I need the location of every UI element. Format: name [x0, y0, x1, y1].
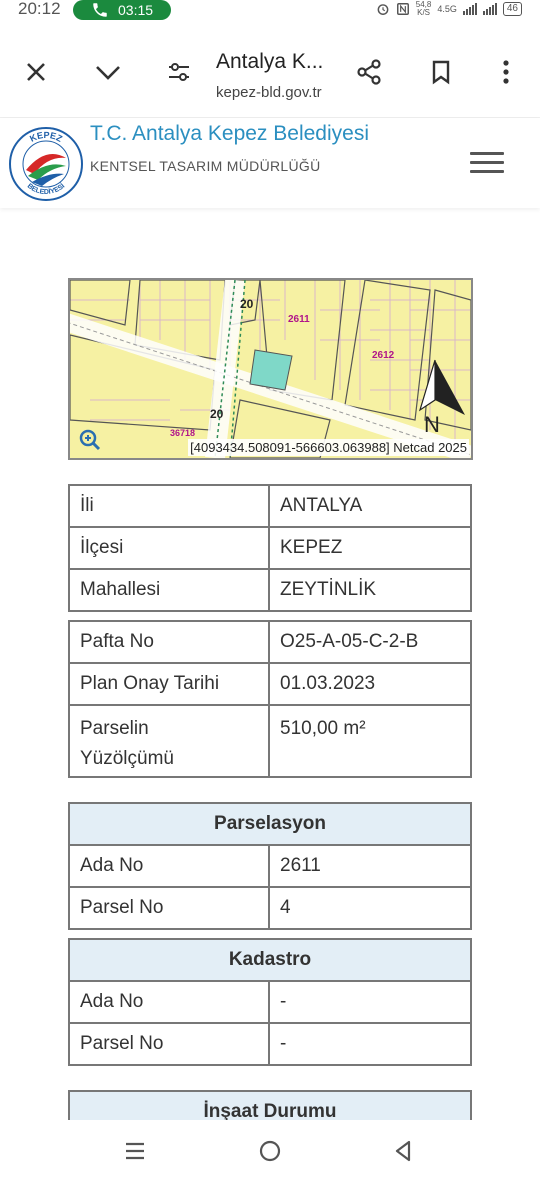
collapse-button[interactable]: [92, 56, 124, 88]
menu-lines-icon: [126, 1142, 144, 1160]
alarm-icon: [377, 4, 389, 15]
bookmark-icon: [432, 60, 450, 85]
site-settings-button[interactable]: [163, 56, 195, 88]
home-button[interactable]: [255, 1136, 285, 1166]
site-title[interactable]: T.C. Antalya Kepez Belediyesi: [90, 122, 369, 146]
menu-button[interactable]: [470, 152, 504, 176]
battery-indicator: 46: [502, 2, 522, 16]
table-value: ZEYTİNLİK: [268, 568, 472, 612]
close-tab-button[interactable]: [20, 56, 52, 88]
status-icons: 54,8 K/S 4.5G 46: [376, 0, 522, 18]
location-table: İli ANTALYA İlçesi KEPEZ Mahallesi ZEYTİ…: [68, 484, 472, 612]
table-row: İlçesi KEPEZ: [68, 526, 472, 570]
table-row: Plan Onay Tarihi 01.03.2023: [68, 662, 472, 706]
table-key: İli: [68, 484, 270, 528]
table-key: Pafta No: [68, 620, 270, 664]
browser-toolbar: Antalya K... kepez-bld.gov.tr: [0, 28, 540, 118]
table-key: Ada No: [68, 980, 270, 1024]
map-label-road-1: 20: [240, 297, 254, 311]
table-row: Mahallesi ZEYTİNLİK: [68, 568, 472, 612]
signal-icon-2: [482, 3, 497, 15]
back-triangle-icon: [395, 1140, 411, 1162]
url-text[interactable]: kepez-bld.gov.tr: [216, 84, 322, 101]
signal-icon: [462, 3, 477, 15]
table-value: ANTALYA: [268, 484, 472, 528]
map-label-block-2611: 2611: [288, 314, 310, 325]
net-speed: 54,8 K/S: [415, 0, 432, 17]
svg-text:N: N: [424, 412, 440, 437]
table-value: 4: [268, 886, 472, 930]
table-row: Parselin Yüzölçümü 510,00 m²: [68, 704, 472, 778]
table-key: Ada No: [68, 844, 270, 888]
call-timer: 03:15: [118, 2, 154, 18]
table-value: KEPEZ: [268, 526, 472, 570]
table-key: İlçesi: [68, 526, 270, 570]
table-key: Plan Onay Tarihi: [68, 662, 270, 706]
municipality-logo[interactable]: KEPEZ BELEDİYESİ: [8, 126, 84, 202]
zoom-in-icon[interactable]: [78, 428, 102, 452]
map-label-block-2612: 2612: [372, 350, 395, 361]
page-title[interactable]: Antalya K...: [216, 50, 323, 74]
table-row: Ada No -: [68, 980, 472, 1024]
map-coordinates: [4093434.508091-566603.063988] Netcad 20…: [188, 439, 469, 456]
more-options-button[interactable]: [490, 56, 522, 88]
status-time: 20:12: [18, 0, 61, 18]
chevron-down-icon: [96, 66, 120, 80]
hamburger-icon: [470, 152, 504, 173]
table-value: O25-A-05-C-2-B: [268, 620, 472, 664]
more-vert-icon: [503, 60, 509, 84]
parcel-map[interactable]: 20 20 2611 2612 36718 N [4093434.508091-…: [68, 278, 473, 460]
share-icon: [357, 59, 381, 85]
site-subtitle: KENTSEL TASARIM MÜDÜRLÜĞÜ: [90, 158, 321, 174]
close-icon: [27, 63, 45, 81]
network-type: 4.5G: [437, 4, 457, 14]
call-indicator[interactable]: 03:15: [73, 0, 171, 20]
back-button[interactable]: [388, 1136, 418, 1166]
recent-apps-button[interactable]: [120, 1136, 150, 1166]
section-title: Parselasyon: [68, 802, 472, 846]
table-key: Parsel No: [68, 886, 270, 930]
plan-table: Pafta No O25-A-05-C-2-B Plan Onay Tarihi…: [68, 620, 472, 778]
system-nav-bar: [0, 1120, 540, 1180]
table-value: 510,00 m²: [268, 704, 472, 778]
section-title: Kadastro: [68, 938, 472, 982]
site-header: KEPEZ BELEDİYESİ T.C. Antalya Kepez Bele…: [0, 118, 540, 208]
status-bar: 20:12 03:15 54,8 K/S 4.5G 46: [0, 0, 540, 22]
parselasyon-table: Parselasyon Ada No 2611 Parsel No 4: [68, 802, 472, 930]
kadastro-table: Kadastro Ada No - Parsel No -: [68, 938, 472, 1066]
bookmark-button[interactable]: [425, 56, 457, 88]
table-value: 2611: [268, 844, 472, 888]
table-row: Parsel No -: [68, 1022, 472, 1066]
map-label-block-36718: 36718: [170, 428, 195, 438]
phone-icon: [93, 3, 107, 17]
table-value: 01.03.2023: [268, 662, 472, 706]
table-key: Mahallesi: [68, 568, 270, 612]
map-label-road-2: 20: [210, 407, 224, 421]
table-value: -: [268, 1022, 472, 1066]
table-row: Parsel No 4: [68, 886, 472, 930]
nfc-icon: [396, 3, 409, 15]
share-button[interactable]: [353, 56, 385, 88]
tune-icon: [169, 63, 189, 81]
table-key: Parsel No: [68, 1022, 270, 1066]
table-row: İli ANTALYA: [68, 484, 472, 528]
map-canvas[interactable]: 20 20 2611 2612 36718 N: [70, 280, 471, 458]
home-circle-icon: [259, 1140, 281, 1162]
table-value: -: [268, 980, 472, 1024]
table-row: Pafta No O25-A-05-C-2-B: [68, 620, 472, 664]
table-key: Parselin Yüzölçümü: [68, 704, 270, 778]
table-row: Ada No 2611: [68, 844, 472, 888]
